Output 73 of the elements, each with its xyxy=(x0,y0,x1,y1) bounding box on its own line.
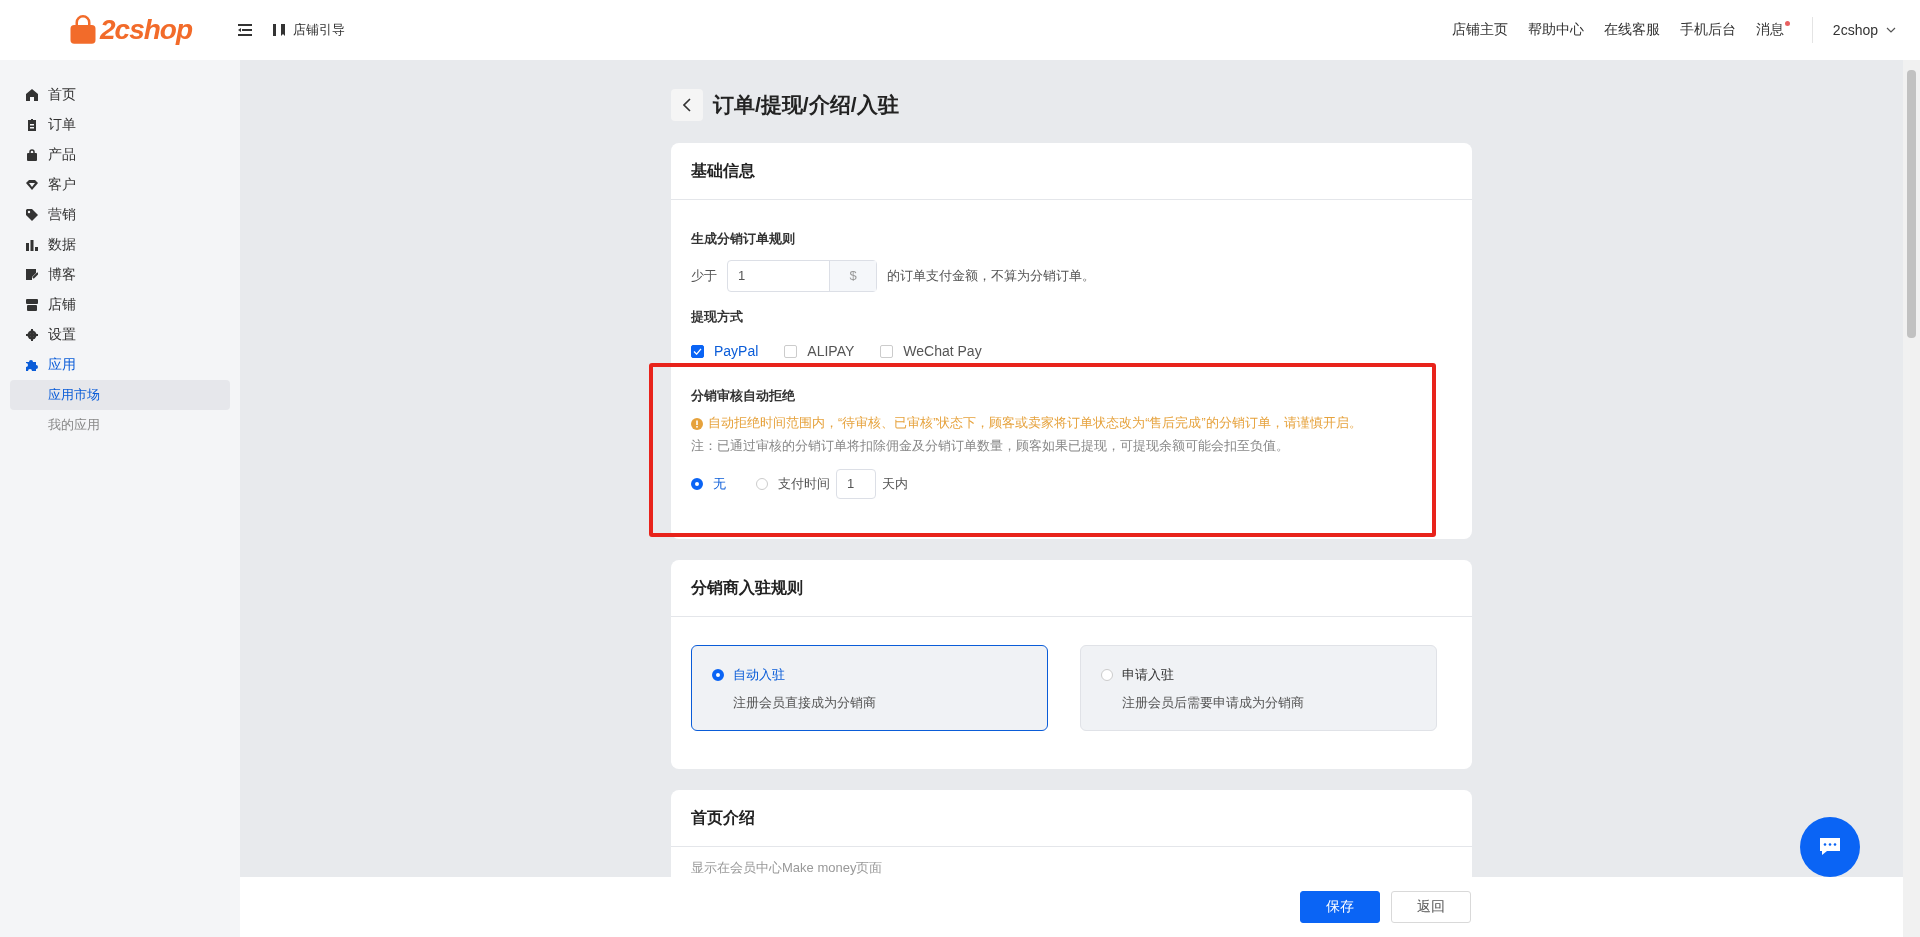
sidebar-item[interactable]: 产品 xyxy=(0,140,240,170)
sidebar-item[interactable]: 营销 xyxy=(0,200,240,230)
gear-icon xyxy=(26,329,38,341)
chat-bubble-icon xyxy=(1820,838,1840,856)
days-suffix: 天内 xyxy=(882,475,908,493)
card-title: 分销商入驻规则 xyxy=(671,560,1472,617)
field-prefix: 少于 xyxy=(691,267,717,285)
radio-button[interactable] xyxy=(712,669,724,681)
card-title: 首页介绍 xyxy=(671,790,1472,847)
sidebar-item[interactable]: 店铺 xyxy=(0,290,240,320)
days-field[interactable]: 1 xyxy=(836,469,876,499)
option-title: 自动入驻 xyxy=(733,666,785,684)
chevron-down-icon xyxy=(1886,27,1896,33)
note-text: 注：已通过审核的分销订单将扣除佣金及分销订单数量，顾客如果已提现，可提现余额可能会扣至负值。 xyxy=(691,438,1290,455)
radio-button[interactable] xyxy=(691,478,703,490)
menu-button[interactable] xyxy=(238,24,252,36)
edit-icon xyxy=(26,269,38,281)
menu-icon xyxy=(238,24,252,36)
field-label: 提现方式 xyxy=(691,308,744,326)
chat-button[interactable] xyxy=(1800,817,1860,877)
sidebar-item[interactable]: 客户 xyxy=(0,170,240,200)
chevron-left-icon xyxy=(683,98,691,112)
sidebar-item[interactable]: 博客 xyxy=(0,260,240,290)
field-label: 分销审核自动拒绝 xyxy=(691,387,796,405)
radio-option[interactable]: 支付时间 xyxy=(756,475,830,493)
puzzle-icon xyxy=(26,359,38,371)
join-option-card[interactable]: 申请入驻 注册会员后需要申请成为分销商 xyxy=(1080,645,1437,731)
header-link[interactable]: 店铺主页 xyxy=(1451,21,1508,39)
hint-text: 显示在会员中心Make money页面 xyxy=(691,859,884,877)
option-description: 注册会员直接成为分销商 xyxy=(733,694,877,712)
checkbox-option[interactable]: ALIPAY xyxy=(784,343,855,359)
option-title: 申请入驻 xyxy=(1122,666,1174,684)
checkbox-option[interactable]: PayPal xyxy=(691,343,759,359)
user-menu[interactable]: 2cshop xyxy=(1832,22,1896,38)
book-icon xyxy=(272,24,286,36)
warning-text: 自动拒绝时间范围内，“待审核、已审核”状态下，顾客或卖家将订单状态改为“售后完成”的分销订单，请谨慎开启。 xyxy=(708,415,1362,432)
scrollbar-thumb[interactable] xyxy=(1907,70,1916,338)
home-icon xyxy=(26,89,38,101)
header-link[interactable]: 手机后台 xyxy=(1679,21,1736,39)
sidebar-subitem[interactable]: 应用市场 xyxy=(10,380,230,410)
store-guide-link[interactable]: 店铺引导 xyxy=(272,21,345,39)
store-icon xyxy=(26,299,38,311)
tag-icon xyxy=(26,209,38,221)
sidebar-item[interactable]: 数据 xyxy=(0,230,240,260)
checkmark-icon xyxy=(693,347,702,355)
warning-icon xyxy=(691,417,703,430)
scrollbar[interactable] xyxy=(1903,60,1920,937)
radio-option[interactable]: 无 xyxy=(691,475,726,493)
checkbox[interactable] xyxy=(691,344,704,358)
card-title: 基础信息 xyxy=(671,143,1472,200)
sidebar-item[interactable]: 应用 xyxy=(0,350,240,380)
bag-icon xyxy=(68,14,98,46)
sidebar-item[interactable]: 首页 xyxy=(0,80,240,110)
save-button[interactable]: 保存 xyxy=(1300,891,1380,923)
bar-chart-icon xyxy=(26,239,38,251)
checkbox-option[interactable]: WeChat Pay xyxy=(880,343,982,359)
field-label: 生成分销订单规则 xyxy=(691,230,796,248)
currency-addon: $ xyxy=(829,261,876,291)
field-suffix: 的订单支付金额，不算为分销订单。 xyxy=(887,267,1095,285)
bag-icon xyxy=(26,149,38,161)
amount-field[interactable]: 1 $ xyxy=(727,260,877,292)
page-title: 订单/提现/介绍/入驻 xyxy=(713,92,899,118)
back-button[interactable]: 返回 xyxy=(1391,891,1471,923)
messages-link[interactable]: 消息 xyxy=(1755,21,1784,39)
option-description: 注册会员后需要申请成为分销商 xyxy=(1122,694,1305,712)
sidebar-item[interactable]: 订单 xyxy=(0,110,240,140)
back-button[interactable] xyxy=(671,89,703,121)
diamond-icon xyxy=(26,179,38,191)
join-option-card[interactable]: 自动入驻 注册会员直接成为分销商 xyxy=(691,645,1048,731)
clipboard-icon xyxy=(26,119,38,131)
header-link[interactable]: 帮助中心 xyxy=(1527,21,1584,39)
sidebar-item[interactable]: 设置 xyxy=(0,320,240,350)
header-link[interactable]: 在线客服 xyxy=(1603,21,1660,39)
